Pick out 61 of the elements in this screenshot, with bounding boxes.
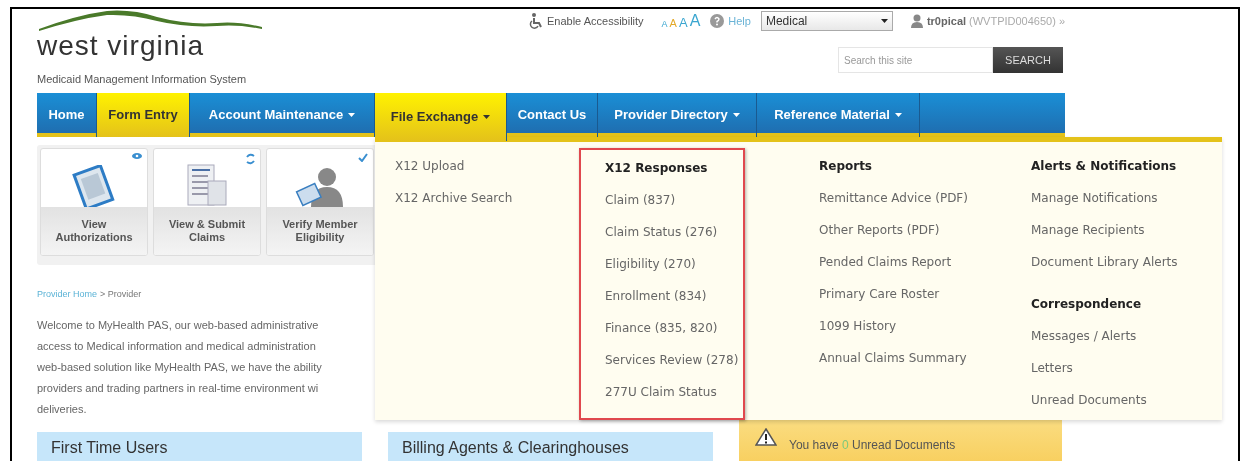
caret-icon: [483, 115, 491, 119]
caret-icon: [894, 113, 902, 117]
wheelchair-icon: [529, 13, 543, 29]
intro-text-line: access to Medical information and medical administration: [37, 338, 316, 354]
panel-header: Billing Agents & Clearinghouses: [388, 431, 713, 461]
user-id: (WVTPID004650): [969, 13, 1056, 29]
menu-item[interactable]: Other Reports (PDF): [819, 214, 940, 246]
menu-item[interactable]: Manage Notifications: [1031, 182, 1158, 214]
menu-item[interactable]: Document Library Alerts: [1031, 246, 1178, 278]
menu-item[interactable]: Annual Claims Summary: [819, 342, 967, 374]
quick-link-tile[interactable]: View & Submit Claims: [153, 148, 261, 256]
menu-item[interactable]: Primary Care Roster: [819, 278, 940, 310]
nav-tab[interactable]: File Exchange: [375, 93, 507, 141]
logo-subtitle: Medicaid Management Information System: [37, 72, 247, 87]
member-card-icon: [295, 165, 345, 207]
caret-icon: [880, 19, 888, 23]
caret-icon: [732, 113, 740, 117]
caret-icon: [348, 113, 356, 117]
program-select[interactable]: Medical: [760, 11, 893, 31]
user-name[interactable]: tr0pical: [926, 12, 967, 30]
search-button[interactable]: SEARCH: [993, 47, 1063, 73]
help-icon: [710, 14, 725, 28]
intro-text-line: providers and trading partners in real-time environment wi: [37, 380, 319, 396]
menu-item[interactable]: Services Review (278): [605, 344, 739, 376]
menu-item[interactable]: 1099 History: [819, 310, 897, 342]
menu-item[interactable]: Finance (835, 820): [605, 312, 718, 344]
menu-item[interactable]: Manage Recipients: [1031, 214, 1145, 246]
menu-item[interactable]: Claim Status (276): [605, 216, 718, 248]
menu-item[interactable]: Enrollment (834): [605, 280, 707, 312]
intro-text-line: Welcome to MyHealth PAS, our web-based administrative: [37, 317, 319, 333]
menu-item[interactable]: Eligibility (270): [605, 248, 696, 280]
accessibility-link[interactable]: Enable Accessibility: [547, 12, 644, 30]
intro-text-line: web-based solution like MyHealth PAS, we have the ability: [37, 359, 322, 375]
menu-item[interactable]: Letters: [1031, 352, 1073, 384]
menu-item[interactable]: Messages / Alerts: [1031, 320, 1137, 352]
breadcrumb-current: > Provider: [100, 288, 142, 301]
menu-item[interactable]: Pended Claims Report: [819, 246, 952, 278]
quick-link-tile[interactable]: View Authorizations: [40, 148, 148, 256]
menu-item[interactable]: Claim (837): [605, 184, 676, 216]
panel-header: First Time Users: [37, 431, 362, 461]
menu-heading: Reports: [819, 158, 872, 175]
menu-heading: Alerts & Notifications: [1031, 158, 1177, 175]
claims-list-icon: [184, 163, 230, 207]
logo-title: west virginia: [37, 31, 205, 61]
search-field[interactable]: Search this site: [838, 47, 993, 73]
menu-item[interactable]: 277U Claim Status: [605, 376, 717, 408]
menu-item[interactable]: X12 Archive Search: [395, 182, 513, 214]
check-icon: [358, 153, 368, 162]
user-icon: [910, 14, 923, 28]
menu-heading: Correspondence: [1031, 296, 1142, 313]
eye-icon: [132, 153, 142, 159]
menu-item[interactable]: Remittance Advice (PDF): [819, 182, 968, 214]
intro-text-line: deliveries.: [37, 401, 87, 417]
refresh-icon: [246, 153, 255, 165]
warning-icon: [755, 427, 777, 446]
alert-message: You have 0 Unread Documents: [789, 436, 956, 454]
quick-link-tile[interactable]: Verify Member Eligibility: [266, 148, 374, 256]
menu-item[interactable]: Unread Documents: [1031, 384, 1147, 416]
menu-heading: X12 Responses: [605, 160, 708, 177]
nav-tab[interactable]: Form Entry: [97, 93, 190, 137]
menu-item[interactable]: X12 Upload: [395, 150, 465, 182]
